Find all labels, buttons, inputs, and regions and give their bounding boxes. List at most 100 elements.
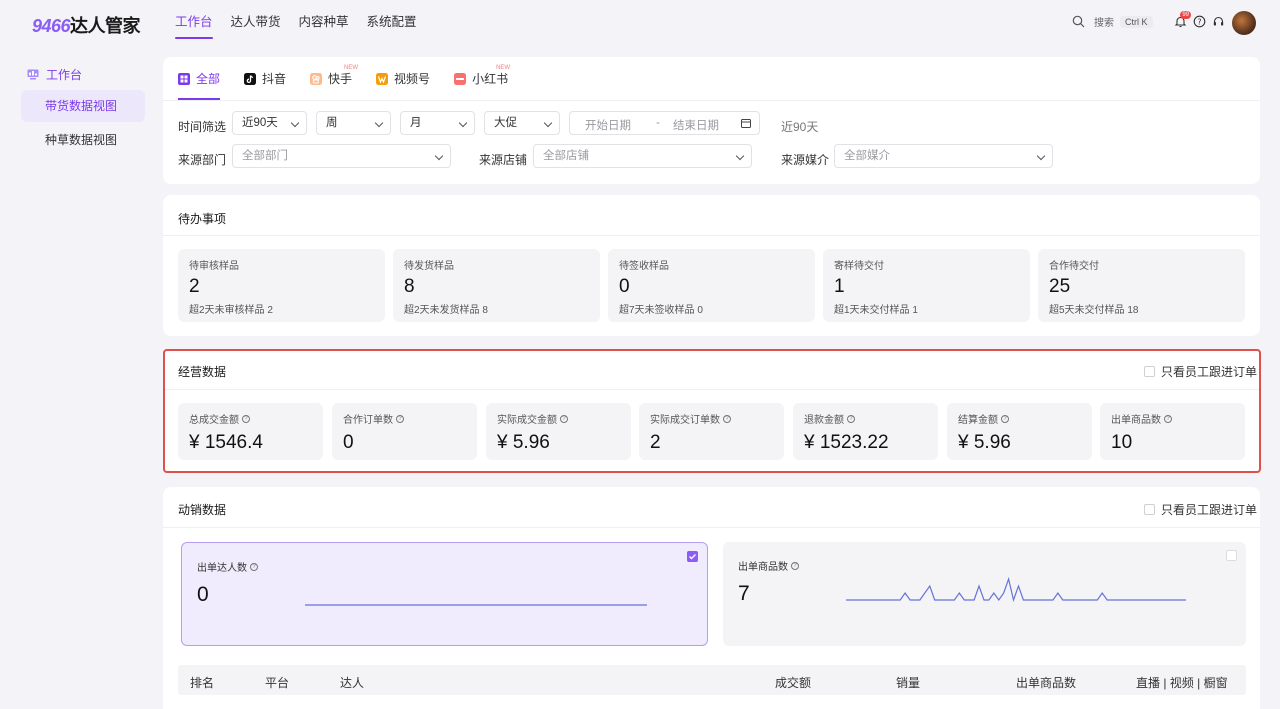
date-separator: - [656, 117, 660, 129]
week-select[interactable]: 周 [316, 111, 391, 135]
promo-select[interactable]: 大促 [484, 111, 560, 135]
chevron-down-icon [374, 118, 384, 128]
pending-item[interactable]: 待发货样品 8 超2天未发货样品 8 [393, 249, 600, 322]
chevron-down-icon [290, 118, 300, 128]
sidebar-section-workbench[interactable]: 工作台 [27, 66, 82, 83]
select-placeholder: 全部媒介 [844, 150, 890, 162]
pending-sub: 超1天未交付样品 1 [834, 305, 918, 316]
nav-system-config[interactable]: 系统配置 [358, 0, 426, 45]
brand-number: 9466 [32, 16, 71, 36]
main-nav: 工作台 达人带货 内容种草 系统配置 [175, 0, 426, 45]
divider [163, 235, 1260, 236]
staff-only-checkbox[interactable]: 只看员工跟进订单 [1144, 501, 1257, 518]
help-icon[interactable]: ? [791, 561, 799, 570]
help-icon[interactable]: ? [1164, 414, 1172, 423]
metric-value: ¥ 5.96 [958, 432, 1011, 453]
pending-item[interactable]: 待审核样品 2 超2天未审核样品 2 [178, 249, 385, 322]
tab-channels[interactable]: 视频号 [376, 57, 442, 100]
col-talent[interactable]: 达人 [340, 674, 364, 691]
sidebar-item-seeding-view[interactable]: 种草数据视图 [21, 124, 145, 156]
divider [163, 389, 1260, 390]
select-placeholder: 全部部门 [242, 150, 288, 162]
tab-douyin[interactable]: 抖音 [244, 57, 298, 100]
headset-icon[interactable] [1212, 15, 1225, 28]
pending-label: 寄样待交付 [834, 261, 884, 272]
search-label: 搜索 [1094, 18, 1114, 29]
tab-kuaishou[interactable]: 快手 NEW [310, 57, 364, 100]
tab-label: 全部 [196, 72, 221, 86]
nav-workbench[interactable]: 工作台 [175, 0, 222, 45]
col-gmv[interactable]: 成交额 [775, 674, 811, 691]
metric-card[interactable]: 实际成交金额? ¥ 5.96 [486, 403, 631, 460]
pending-label: 待发货样品 [404, 261, 454, 272]
pending-sub: 超2天未审核样品 2 [189, 305, 273, 316]
month-select[interactable]: 月 [400, 111, 475, 135]
nav-talent-sales[interactable]: 达人带货 [222, 0, 290, 45]
product-count-card[interactable]: 出单商品数? 7 [723, 542, 1246, 646]
date-range-picker[interactable]: 开始日期 - 结束日期 [569, 111, 760, 135]
time-range-select[interactable]: 近90天 [232, 111, 307, 135]
card-checkbox-checked[interactable] [687, 551, 698, 562]
col-products[interactable]: 出单商品数 [1016, 674, 1076, 691]
douyin-icon [244, 72, 257, 85]
operating-title: 经营数据 [178, 365, 227, 379]
platform-tabs: 全部 抖音 快手 NEW 视频号 小红书 NEW [178, 57, 532, 100]
metric-card[interactable]: 总成交金额? ¥ 1546.4 [178, 403, 323, 460]
help-icon[interactable]: ? [242, 414, 250, 423]
metric-card[interactable]: 合作订单数? 0 [332, 403, 477, 460]
metric-card[interactable]: 结算金额? ¥ 5.96 [947, 403, 1092, 460]
bell-icon[interactable]: 99 [1174, 11, 1191, 28]
dept-select[interactable]: 全部部门 [232, 144, 451, 168]
pending-sub: 超2天未发货样品 8 [404, 305, 488, 316]
col-rank[interactable]: 排名 [190, 674, 214, 691]
help-icon[interactable]: ? [1001, 414, 1009, 423]
select-placeholder: 全部店铺 [543, 150, 589, 162]
help-icon[interactable]: ? [847, 414, 855, 423]
help-icon[interactable]: ? [723, 414, 731, 423]
start-date-placeholder[interactable]: 开始日期 [585, 117, 631, 133]
end-date-placeholder[interactable]: 结束日期 [673, 117, 719, 133]
top-icons: 99 ? [1174, 11, 1225, 28]
dynamic-sales-card: 动销数据 只看员工跟进订单 出单达人数? 0 出单商品数? 7 排名 平台 达人… [163, 487, 1260, 709]
metric-card[interactable]: 退款金额? ¥ 1523.22 [793, 403, 938, 460]
metric-card[interactable]: 实际成交订单数? 2 [639, 403, 784, 460]
tab-xiaohongshu[interactable]: 小红书 NEW [454, 57, 520, 100]
metric-value: ¥ 1523.22 [804, 432, 889, 453]
help-icon[interactable]: ? [396, 414, 404, 423]
nav-content-seeding[interactable]: 内容种草 [290, 0, 358, 45]
sidebar-section-label: 工作台 [46, 68, 83, 82]
shop-select[interactable]: 全部店铺 [533, 144, 752, 168]
pending-value: 0 [619, 276, 630, 297]
user-avatar[interactable] [1232, 11, 1256, 35]
metric-card[interactable]: 出单商品数? 10 [1100, 403, 1245, 460]
chevron-down-icon [735, 151, 745, 161]
help-icon[interactable]: ? [250, 562, 258, 571]
metric-label: 退款金额 [804, 415, 844, 426]
help-icon[interactable]: ? [1193, 15, 1206, 28]
talent-sparkline [305, 604, 647, 606]
card-checkbox[interactable] [1226, 550, 1237, 561]
media-select[interactable]: 全部媒介 [834, 144, 1053, 168]
help-icon[interactable]: ? [560, 414, 568, 423]
pending-item[interactable]: 寄样待交付 1 超1天未交付样品 1 [823, 249, 1030, 322]
talent-count-card[interactable]: 出单达人数? 0 [181, 542, 708, 646]
staff-only-checkbox[interactable]: 只看员工跟进订单 [1144, 363, 1257, 380]
col-sales-volume[interactable]: 销量 [896, 674, 920, 691]
pending-item[interactable]: 待签收样品 0 超7天未签收样品 0 [608, 249, 815, 322]
checkbox-icon[interactable] [1144, 504, 1155, 515]
operating-card: 经营数据 只看员工跟进订单 总成交金额? ¥ 1546.4 合作订单数? 0 实际成… [163, 349, 1260, 473]
col-platform[interactable]: 平台 [265, 674, 289, 691]
dynamic-title: 动销数据 [178, 503, 227, 517]
grid-icon [178, 72, 190, 85]
sidebar-item-sales-view[interactable]: 带货数据视图 [21, 90, 145, 122]
global-search[interactable]: 搜索 Ctrl K [1072, 14, 1153, 29]
tab-all[interactable]: 全部 [178, 57, 232, 100]
pending-item[interactable]: 合作待交付 25 超5天未交付样品 18 [1038, 249, 1245, 322]
product-sparkline [846, 577, 1186, 603]
chevron-down-icon [1036, 151, 1046, 161]
brand-logo[interactable]: 9466达人管家 [32, 12, 141, 38]
metric-label: 出单达人数 [197, 563, 247, 574]
col-channel-split[interactable]: 直播 | 视频 | 橱窗 [1136, 674, 1228, 691]
checkbox-icon[interactable] [1144, 366, 1155, 377]
metric-value: ¥ 1546.4 [189, 432, 263, 453]
